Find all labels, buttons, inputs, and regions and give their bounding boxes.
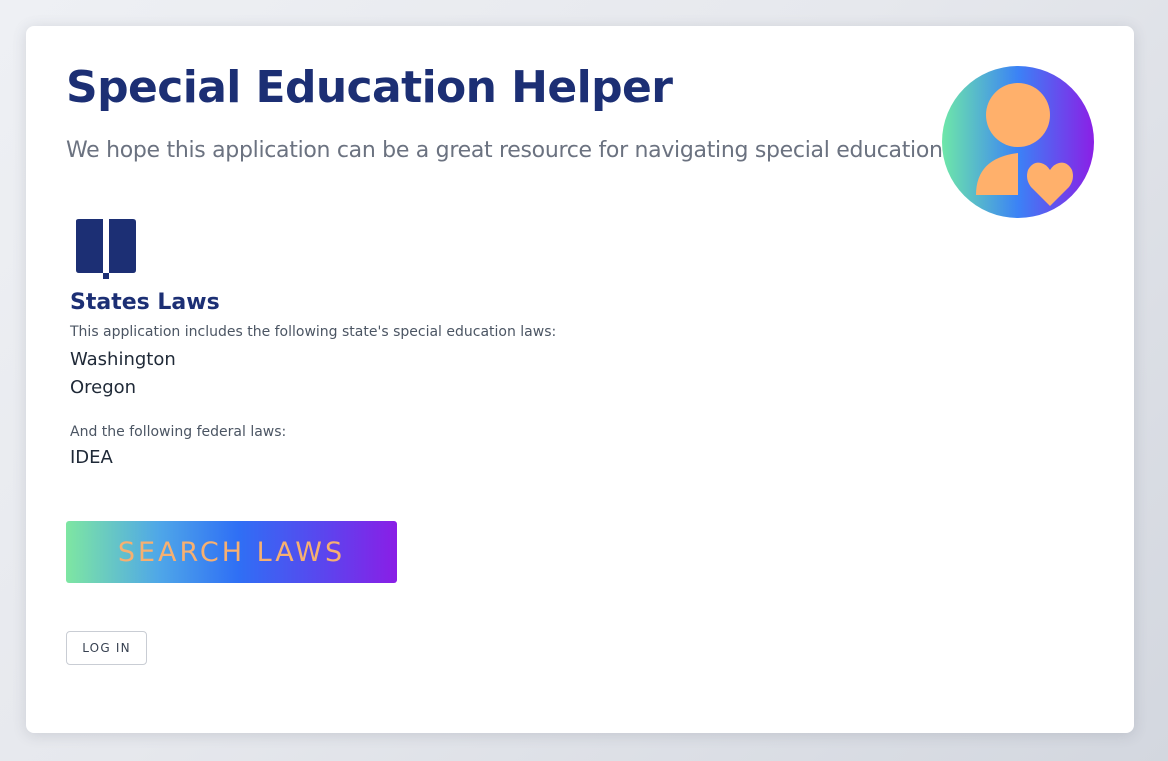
federal-item: IDEA xyxy=(70,447,113,468)
search-laws-button[interactable]: SEARCH LAWS xyxy=(66,521,397,583)
page-subtitle: We hope this application can be a great … xyxy=(66,138,950,163)
state-item: Oregon xyxy=(70,377,137,398)
states-intro-text: This application includes the following … xyxy=(70,324,557,340)
federal-list: IDEA xyxy=(70,444,113,472)
main-card: Special Education Helper We hope this ap… xyxy=(26,26,1134,733)
state-list: Washington Oregon xyxy=(70,346,176,402)
page-title: Special Education Helper xyxy=(66,62,673,113)
federal-intro-text: And the following federal laws: xyxy=(70,424,287,440)
book-icon xyxy=(76,219,136,279)
states-laws-heading: States Laws xyxy=(70,290,220,315)
person-heart-icon xyxy=(942,66,1094,218)
login-button[interactable]: LOG IN xyxy=(66,631,147,665)
state-item: Washington xyxy=(70,349,176,370)
